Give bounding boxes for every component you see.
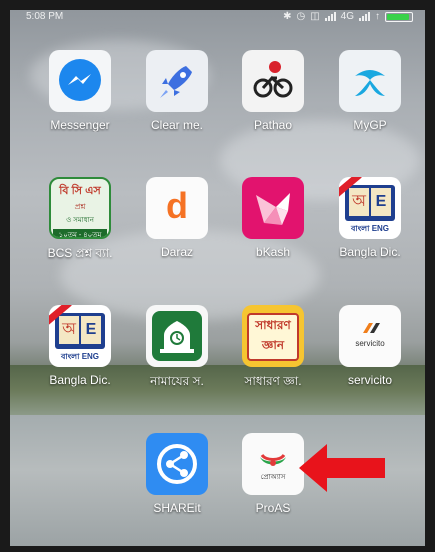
app-bangla-dictionary[interactable]: অ E বাংলা ENG Bangla Dic.	[325, 177, 415, 259]
daraz-icon: d	[146, 177, 208, 239]
app-label: Bangla Dic.	[49, 373, 111, 387]
rocket-icon	[146, 50, 208, 112]
bicycle-rider-icon	[242, 50, 304, 112]
app-label: bKash	[255, 245, 291, 259]
home-screen: 5:08 PM ✱ ◷ ◫ 4G ↑ Messenger Clear me. P…	[0, 0, 435, 552]
battery-level	[387, 13, 409, 20]
app-messenger[interactable]: Messenger	[35, 50, 125, 132]
mosque-clock-icon	[146, 305, 208, 367]
bcs-book-icon: বি সি এস প্রশ্ন ও সমাধান ১০তম - ৪০তম	[49, 177, 111, 239]
app-label: ProAS	[255, 501, 291, 515]
alarm-icon: ◷	[296, 11, 306, 22]
tile-text: প্রশ্ন	[74, 202, 86, 211]
tile-text: জ্ঞান	[261, 338, 285, 352]
app-label: Pathao	[253, 118, 293, 132]
app-general-knowledge[interactable]: সাধারণ জ্ঞান সাধারণ জ্ঞা.	[228, 305, 318, 393]
dictionary-icon: অ E বাংলা ENG	[49, 305, 111, 367]
app-mygp[interactable]: MyGP	[325, 50, 415, 132]
servicito-icon: servicito	[339, 305, 401, 367]
app-bcs[interactable]: বি সি এস প্রশ্ন ও সমাধান ১০তম - ৪০তম BCS…	[35, 177, 125, 265]
telenor-icon	[339, 50, 401, 112]
signal-icon	[324, 12, 336, 21]
tile-text: বি সি এস	[59, 185, 101, 197]
wifi-data-icon: ↑	[375, 11, 380, 22]
app-label: Messenger	[50, 118, 110, 132]
bluetooth-icon: ✱	[283, 11, 292, 22]
tile-text: অ	[349, 188, 369, 216]
app-label: Daraz	[160, 245, 193, 259]
app-label: Bangla Dic.	[339, 245, 401, 259]
tile-text: servicito	[355, 339, 385, 348]
tile-text: অ	[59, 316, 79, 344]
battery-icon	[385, 11, 413, 22]
app-pathao[interactable]: Pathao	[228, 50, 318, 132]
tile-text: বাংলা ENG	[350, 224, 390, 233]
app-label: SHAREit	[153, 501, 201, 515]
app-clear-memory[interactable]: Clear me.	[132, 50, 222, 132]
app-daraz[interactable]: d Daraz	[132, 177, 222, 259]
tile-text: E	[371, 188, 391, 216]
app-namaz[interactable]: নামাযের স.	[132, 305, 222, 393]
tile-text: সাধারণ	[255, 318, 291, 332]
status-icons: ✱ ◷ ◫ 4G ↑	[283, 11, 413, 22]
network-type: 4G	[340, 11, 354, 22]
tile-text: বাংলা ENG	[60, 352, 100, 361]
app-bangla-dictionary-2[interactable]: অ E বাংলা ENG Bangla Dic.	[35, 305, 125, 387]
tile-text: d	[166, 185, 188, 226]
shareit-icon	[146, 433, 208, 495]
messenger-icon	[49, 50, 111, 112]
app-label: MyGP	[353, 118, 387, 132]
app-label: servicito	[347, 373, 392, 387]
proas-icon: প্রোঅ্যাস	[242, 433, 304, 495]
signal-icon	[359, 12, 370, 21]
status-bar: 5:08 PM ✱ ◷ ◫ 4G ↑	[10, 10, 425, 24]
bkash-bird-icon	[242, 177, 304, 239]
app-label: BCS প্রশ্ন ব্যা.	[47, 246, 113, 260]
tile-text: প্রোঅ্যাস	[260, 474, 286, 481]
tile-text: ১০তম - ৪০তম	[53, 229, 107, 237]
app-servicito[interactable]: servicito servicito	[325, 305, 415, 387]
tile-text: ও সমাধান	[66, 217, 94, 224]
tile-text: E	[81, 316, 101, 344]
app-shareit[interactable]: SHAREit	[132, 433, 222, 515]
dictionary-icon: অ E বাংলা ENG	[339, 177, 401, 239]
status-time: 5:08 PM	[26, 11, 64, 22]
app-label: নামাযের স.	[150, 374, 204, 388]
app-label: Clear me.	[150, 118, 203, 132]
app-label: সাধারণ জ্ঞা.	[244, 374, 302, 388]
red-arrow-annotation	[299, 444, 385, 492]
app-bkash[interactable]: bKash	[228, 177, 318, 259]
general-knowledge-icon: সাধারণ জ্ঞান	[242, 305, 304, 367]
mute-icon: ◫	[310, 11, 320, 22]
